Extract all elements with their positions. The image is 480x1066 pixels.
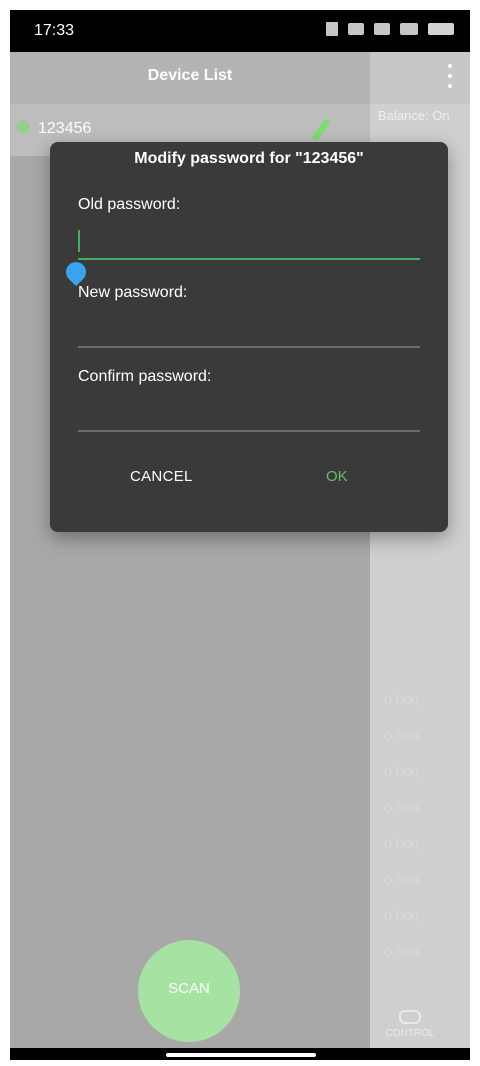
status-icons [326,22,454,36]
scan-button[interactable]: SCAN [138,940,240,1042]
status-time: 17:33 [34,22,75,39]
value-item: 0.000 [384,800,420,816]
confirm-password-label: Confirm password: [78,368,212,385]
cancel-button[interactable]: CANCEL [130,468,193,485]
drawer-header: Device List [10,52,370,104]
value-item: 0.000 [384,692,420,708]
value-item: 0.000 [384,728,420,744]
edit-icon[interactable] [311,118,331,142]
wifi-icon [400,23,418,35]
scan-label: SCAN [168,980,210,997]
text-cursor [78,230,80,252]
value-item: 0.000 [384,836,420,852]
right-header [370,52,470,104]
control-tab[interactable]: CONTROL [382,1010,438,1039]
battery-icon [428,23,454,35]
new-password-label: New password: [78,284,188,301]
bluetooth-status-icon [16,120,30,134]
signal-icon-2 [374,23,390,35]
phone-screen: 17:33 Balance: On 0.000 0.000 0.000 0.00… [10,10,470,1060]
drawer-title: Device List [147,67,233,84]
value-item: 0.000 [384,872,420,888]
more-icon[interactable] [446,64,454,92]
status-bar: 17:33 [10,10,470,52]
bluetooth-icon [326,22,338,36]
value-item: 0.000 [384,908,420,924]
dialog-title: Modify password for "123456" [134,150,364,167]
password-dialog: Modify password for "123456" Old passwor… [50,142,448,532]
text-selection-handle[interactable] [61,257,91,287]
balance-text: Balance: On [378,108,450,123]
old-password-label: Old password: [78,196,181,213]
value-item: 0.000 [384,944,420,960]
control-label: CONTROL [385,1028,435,1039]
control-toggle-icon [399,1010,421,1024]
old-password-field[interactable] [78,258,420,260]
new-password-field[interactable] [78,346,420,348]
navigation-bar [10,1048,470,1060]
confirm-password-field[interactable] [78,430,420,432]
signal-icon [348,23,364,35]
home-indicator[interactable] [166,1053,316,1057]
value-item: 0.000 [384,764,420,780]
value-list: 0.000 0.000 0.000 0.000 0.000 0.000 0.00… [384,692,419,960]
device-name: 123456 [38,120,92,137]
ok-button[interactable]: OK [326,468,348,485]
